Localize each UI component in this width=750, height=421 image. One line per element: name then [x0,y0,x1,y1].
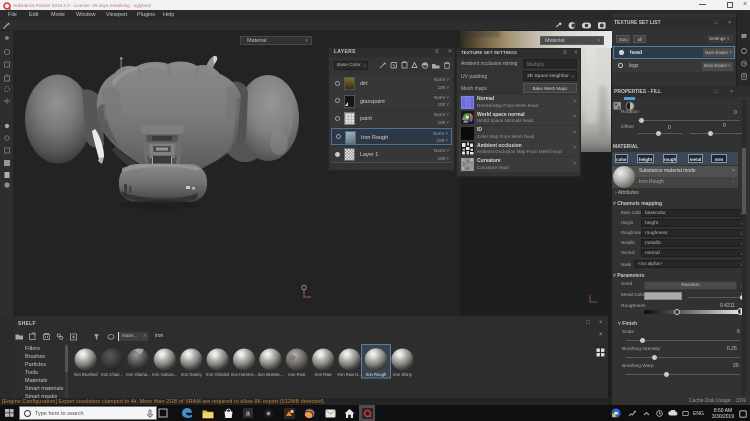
svg-text:Iron Shiny: Iron Shiny [393,372,413,377]
svg-text:Iron Monste...: Iron Monste... [258,372,284,377]
svg-text:Iron Galvan...: Iron Galvan... [152,372,177,377]
svg-text:Iron Rust: Iron Rust [288,372,306,377]
svg-text:a: a [246,411,250,418]
svg-text:Iron Grainy: Iron Grainy [181,372,203,377]
svg-text:Iron Rough: Iron Rough [366,372,387,377]
svg-text:Iron Grinded: Iron Grinded [206,372,230,377]
svg-text:Iron Raw: Iron Raw [315,372,333,377]
svg-text:Iron Raw D...: Iron Raw D... [337,372,361,377]
svg-text:Iron Brushed: Iron Brushed [74,372,99,377]
svg-text:Iron Chan...: Iron Chan... [101,372,123,377]
svg-text:Iron Glama...: Iron Glama... [126,372,150,377]
svg-text:Iron Hamme...: Iron Hamme... [231,372,258,377]
